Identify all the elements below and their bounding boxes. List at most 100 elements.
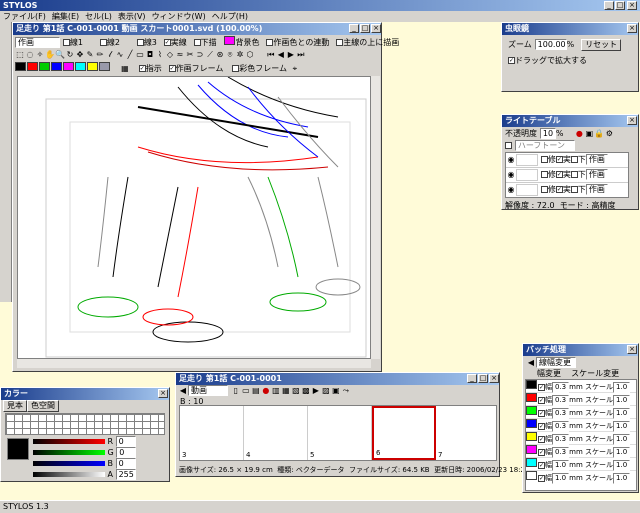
wand-icon[interactable]: ✧	[35, 50, 45, 60]
green-input[interactable]: 0	[116, 447, 137, 458]
alpha-input[interactable]: 255	[115, 469, 136, 480]
next-frame-icon[interactable]: ▶	[286, 50, 296, 60]
color-cyan-swatch[interactable]	[75, 62, 86, 71]
width-input[interactable]: 0.3	[552, 382, 570, 393]
blue-input[interactable]: 0	[115, 458, 136, 469]
app-minimize-button[interactable]: _	[604, 1, 614, 10]
pencil-icon[interactable]: ✏	[95, 50, 105, 60]
scale-input[interactable]: 1.0	[613, 473, 631, 484]
red-input[interactable]: 0	[115, 436, 136, 447]
batch-row[interactable]: ✓幅 0.3 mm スケール 1.0	[526, 432, 636, 445]
crosshair-icon[interactable]: ⌖	[290, 64, 300, 74]
color-blue-swatch[interactable]	[51, 62, 62, 71]
light-table-row[interactable]: ◉ 修✓実下作画	[506, 183, 628, 198]
lasso-icon[interactable]: ◌	[25, 50, 35, 60]
batch-close-button[interactable]: ×	[627, 345, 637, 354]
draw-frame-checkbox[interactable]: ✓	[168, 65, 176, 72]
current-color[interactable]	[7, 438, 29, 460]
width-input[interactable]: 0.3	[552, 434, 570, 445]
draft-checkbox[interactable]	[193, 39, 201, 46]
bg-color-swatch[interactable]	[223, 36, 235, 45]
copy-icon[interactable]: ▦	[281, 386, 291, 396]
shape-icon[interactable]: ⬡	[245, 50, 255, 60]
frame-cell[interactable]: 7	[436, 406, 496, 460]
green-slider[interactable]	[33, 450, 105, 455]
drawing-canvas[interactable]	[17, 76, 371, 359]
width-input[interactable]: 0.3	[552, 421, 570, 432]
play-icon[interactable]: ▶	[311, 386, 321, 396]
alpha-slider[interactable]	[33, 472, 105, 477]
timeline-minimize-button[interactable]: _	[467, 374, 477, 383]
color-olive-swatch[interactable]	[99, 62, 110, 71]
timeline-close-button[interactable]: ×	[489, 374, 499, 383]
menu-file[interactable]: ファイル(F)	[3, 12, 46, 21]
scale-input[interactable]: 1.0	[613, 421, 631, 432]
pen-icon[interactable]: ✎	[85, 50, 95, 60]
grid-icon[interactable]: ▩	[301, 386, 311, 396]
menu-view[interactable]: 表示(V)	[118, 12, 146, 21]
eye-icon[interactable]: ◉	[506, 170, 516, 180]
image-icon[interactable]: ▨	[321, 386, 331, 396]
back-icon[interactable]: ◀	[526, 358, 536, 368]
tab-swatches[interactable]: 見本	[3, 400, 27, 412]
layer-select[interactable]: 作画	[585, 184, 608, 195]
palette-grid[interactable]	[5, 413, 165, 435]
batch-checkbox[interactable]: ✓	[538, 435, 545, 443]
red-slider[interactable]	[33, 439, 105, 444]
doc-close-button[interactable]: ×	[371, 24, 381, 33]
move-icon[interactable]: ✥	[75, 50, 85, 60]
color-yellow-swatch[interactable]	[87, 62, 98, 71]
width-input[interactable]: 0.3	[552, 395, 570, 406]
dropper-icon[interactable]: ⌇	[155, 50, 165, 60]
batch-row[interactable]: ✓幅 0.3 mm スケール 1.0	[526, 393, 636, 406]
paste-icon[interactable]: ▧	[291, 386, 301, 396]
app-maximize-button[interactable]: □	[615, 1, 625, 10]
fix-checkbox[interactable]	[540, 186, 548, 193]
curve-icon[interactable]: ∿	[115, 50, 125, 60]
light-table-close-button[interactable]: ×	[627, 116, 637, 125]
zoom-reset-button[interactable]: リセット	[581, 39, 622, 51]
record-icon[interactable]: ●	[261, 386, 271, 396]
under-checkbox[interactable]	[570, 171, 578, 178]
batch-row[interactable]: ✓幅 1.0 mm スケール 1.0	[526, 471, 636, 484]
frame-cell[interactable]: 3	[180, 406, 244, 460]
batch-row[interactable]: ✓幅 0.3 mm スケール 1.0	[526, 445, 636, 458]
batch-checkbox[interactable]: ✓	[538, 461, 545, 469]
brush-icon[interactable]: 𝓁	[105, 50, 115, 60]
cut-icon[interactable]: ✂	[185, 50, 195, 60]
menu-edit[interactable]: 編集(E)	[52, 12, 79, 21]
scale-input[interactable]: 1.0	[613, 382, 631, 393]
layer-select[interactable]: 作画	[585, 154, 608, 165]
opacity-input[interactable]: 10	[539, 128, 556, 139]
lock-icon[interactable]: 🔒	[594, 129, 604, 139]
light-table-row[interactable]: ◉ 修✓実下作画	[506, 168, 628, 183]
app-close-button[interactable]: ×	[627, 1, 637, 10]
timeline-maximize-button[interactable]: □	[478, 374, 488, 383]
rotate-icon[interactable]: ↻	[65, 50, 75, 60]
eye-icon[interactable]: ◉	[506, 155, 516, 165]
halftone-select[interactable]: ハーフトーン	[514, 140, 575, 151]
fill-icon[interactable]: ◘	[145, 50, 155, 60]
batch-checkbox[interactable]: ✓	[538, 383, 545, 391]
frame-cell[interactable]: 5	[308, 406, 372, 460]
blur-icon[interactable]: ⊛	[215, 50, 225, 60]
run-icon[interactable]: ⤳	[341, 386, 351, 396]
line3-checkbox[interactable]	[136, 39, 144, 46]
real-checkbox[interactable]: ✓	[555, 156, 563, 163]
layer-select[interactable]: 作画	[585, 169, 608, 180]
color-black-swatch[interactable]	[15, 62, 26, 71]
canvas-hscrollbar[interactable]	[17, 359, 371, 368]
width-input[interactable]: 1.0	[552, 460, 570, 471]
canvas-vscrollbar[interactable]	[371, 76, 380, 359]
batch-checkbox[interactable]: ✓	[538, 396, 545, 404]
line-icon[interactable]: ╱	[125, 50, 135, 60]
stroke-icon[interactable]: ⟋	[205, 50, 215, 60]
select-rect-icon[interactable]: ⬚	[15, 50, 25, 60]
light-table-row[interactable]: ◉ 修✓実下作画	[506, 153, 628, 168]
batch-row[interactable]: ✓幅 1.0 mm スケール 1.0	[526, 458, 636, 471]
doc-maximize-button[interactable]: □	[360, 24, 370, 33]
timeline-layer-select[interactable]: 動画	[188, 385, 228, 396]
line1-checkbox[interactable]	[62, 39, 70, 46]
batch-checkbox[interactable]: ✓	[538, 409, 545, 417]
width-input[interactable]: 0.3	[552, 408, 570, 419]
